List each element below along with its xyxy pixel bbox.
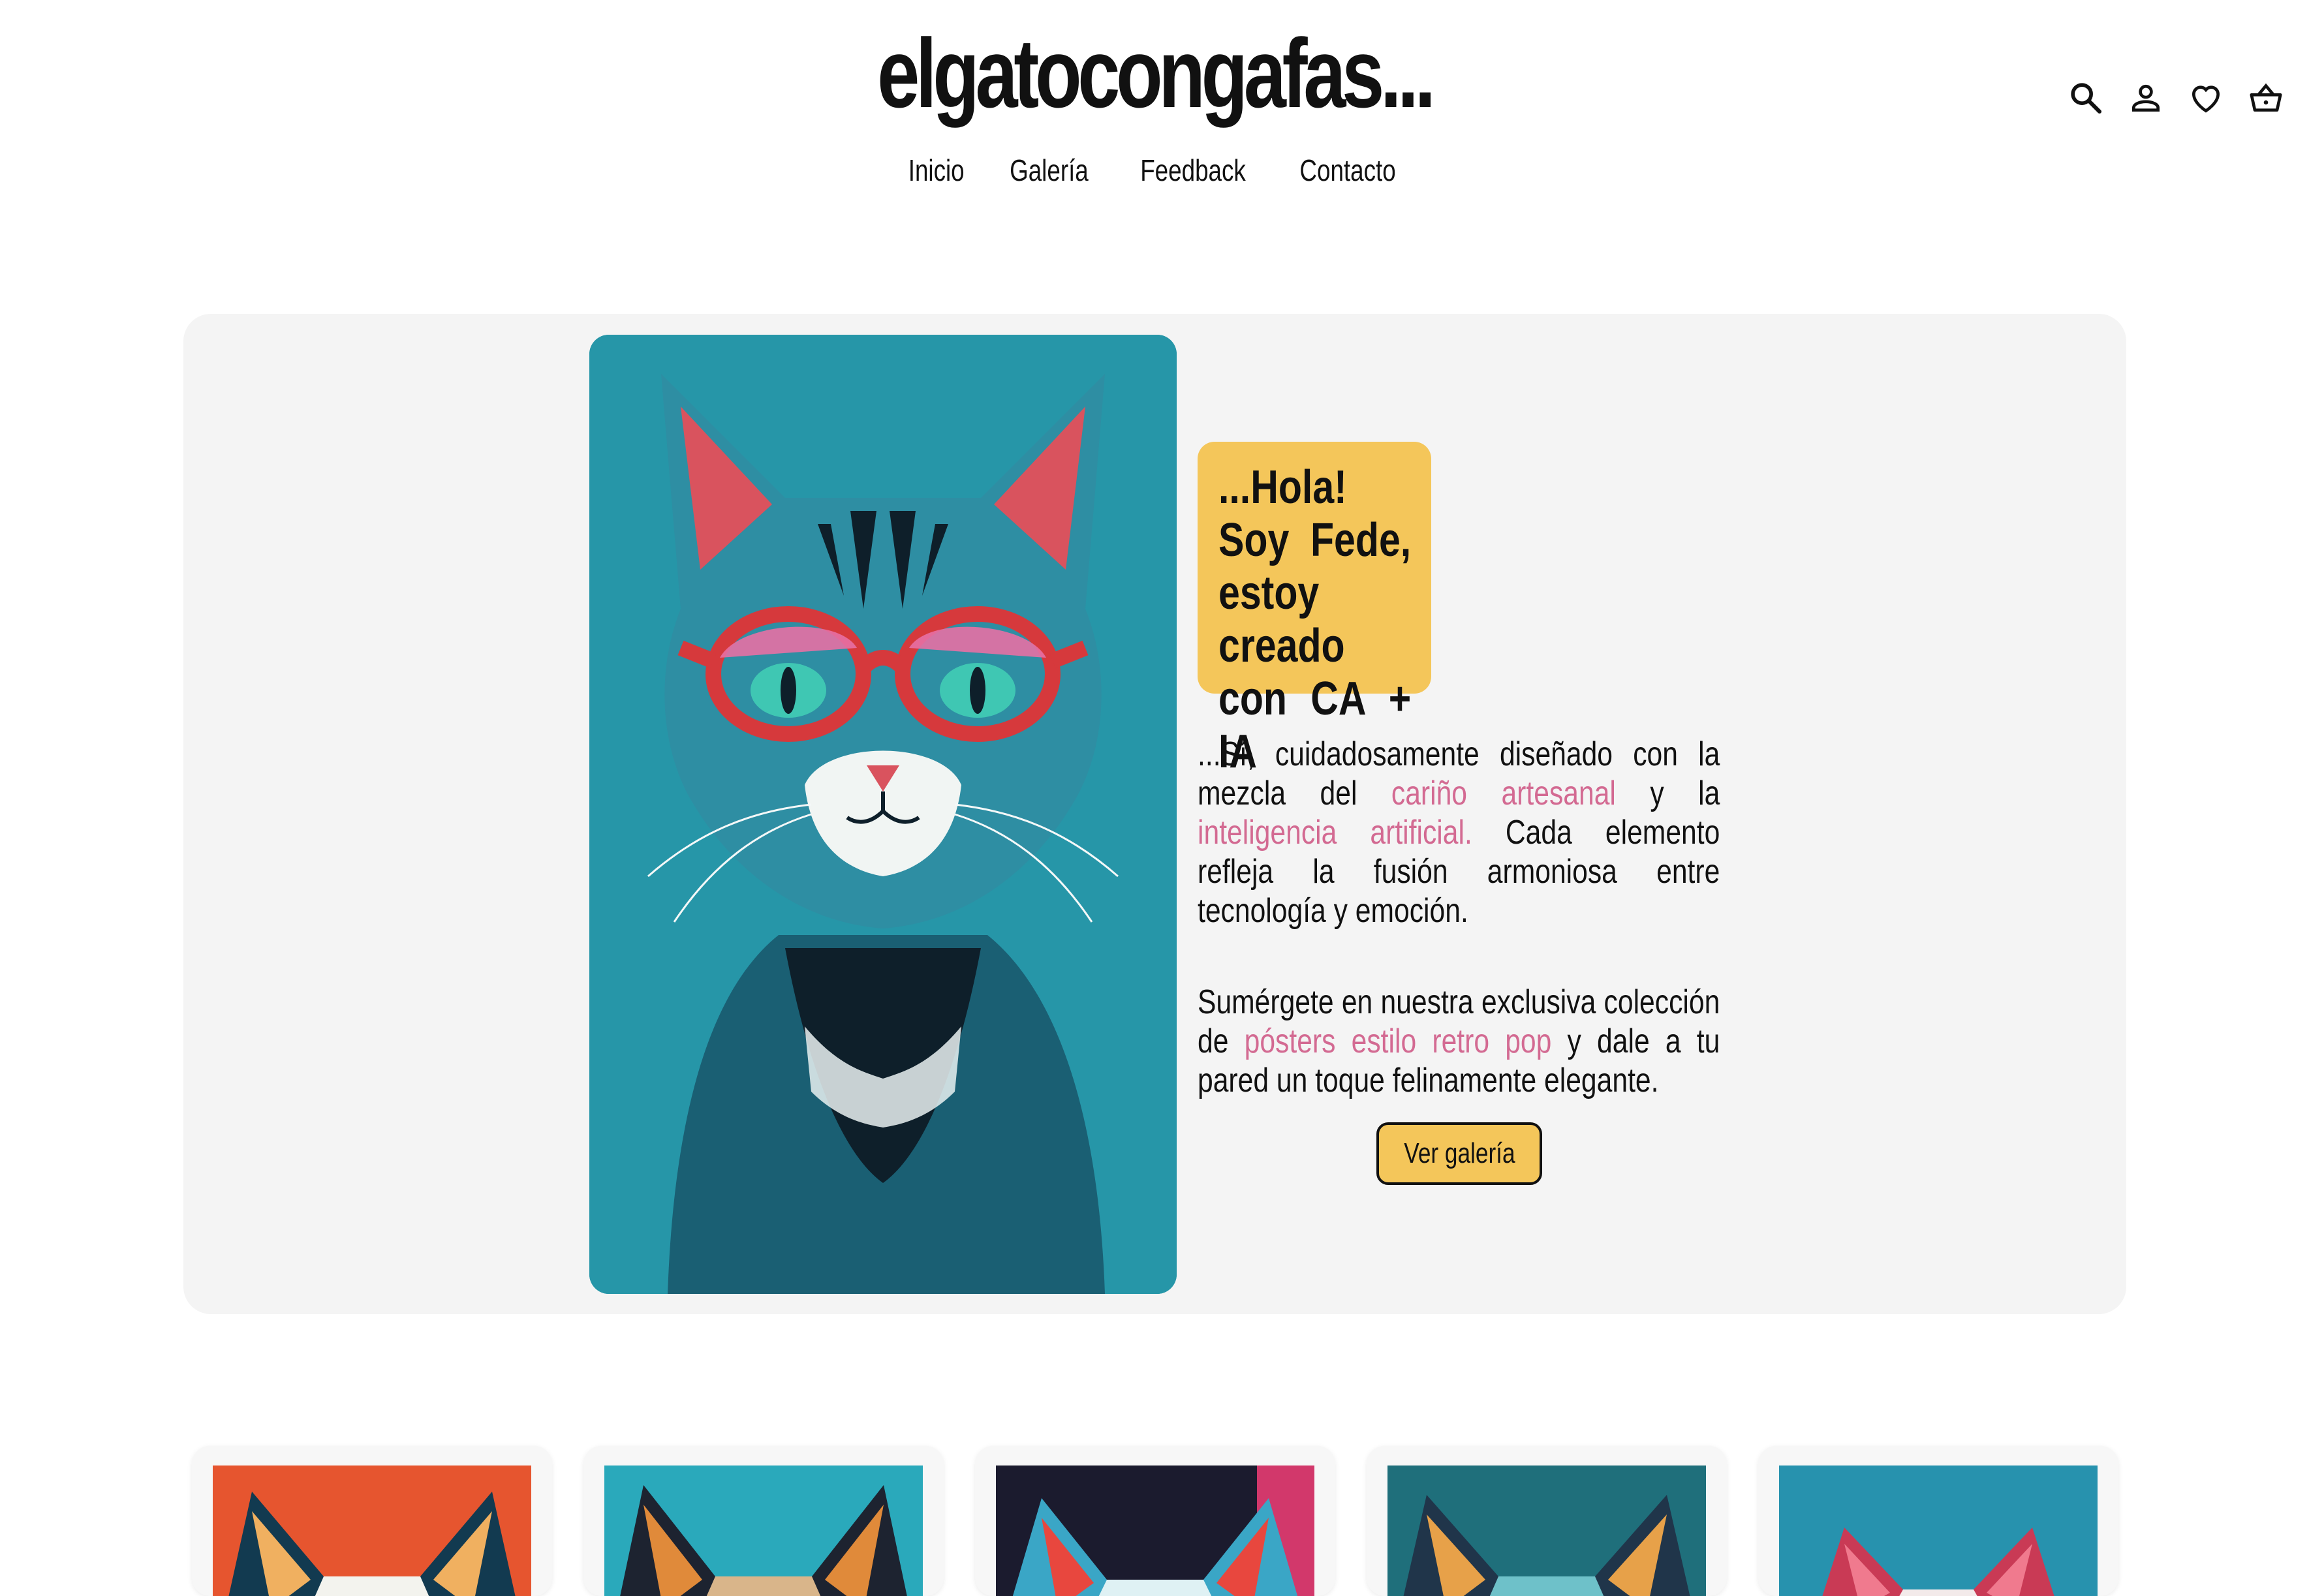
gallery-card-image: [1387, 1466, 1706, 1596]
hero-cat-poster: [589, 335, 1177, 1294]
wishlist-heart-icon[interactable]: [2188, 80, 2224, 116]
view-gallery-button-label: Ver galería: [1403, 1137, 1515, 1169]
highlight-carino-artesanal: cariño artesanal: [1391, 775, 1616, 812]
site-logo[interactable]: elgatocongafas...: [254, 14, 2055, 132]
gallery-card[interactable]: [192, 1446, 552, 1596]
nav-item-feedback[interactable]: Feedback: [1129, 149, 1258, 192]
account-icon[interactable]: [2128, 80, 2164, 116]
gallery-card-image: [1779, 1466, 2098, 1596]
gallery-card-image: [996, 1466, 1314, 1596]
hero-description: ...Sí, cuidadosamente diseñado con la me…: [1198, 735, 1720, 930]
speech-bubble-text: ...Hola! Soy Fede, estoy creado con CA +…: [1218, 461, 1412, 778]
gallery-card[interactable]: [1758, 1446, 2118, 1596]
highlight-inteligencia-artificial: inteligencia artificial.: [1198, 814, 1472, 852]
highlight-posters-retro-pop: pósters estilo retro pop: [1244, 1022, 1552, 1060]
gallery-card[interactable]: [1367, 1446, 1727, 1596]
gallery-card-image: [213, 1466, 531, 1596]
speech-bubble: ...Hola! Soy Fede, estoy creado con CA +…: [1198, 442, 1431, 778]
main-nav: Inicio Galería Feedback Contacto: [0, 149, 2309, 192]
gallery-card[interactable]: [975, 1446, 1335, 1596]
hero-collection-text: Sumérgete en nuestra exclusiva colección…: [1198, 983, 1720, 1100]
header-actions: [2068, 80, 2284, 116]
nav-item-inicio[interactable]: Inicio: [897, 149, 976, 192]
hero-description-text: y la: [1615, 775, 1720, 812]
search-icon[interactable]: [2068, 80, 2104, 116]
gallery-card[interactable]: [583, 1446, 944, 1596]
view-gallery-button[interactable]: Ver galería: [1376, 1122, 1542, 1185]
gallery-card-image: [604, 1466, 923, 1596]
nav-item-contacto[interactable]: Contacto: [1288, 149, 1408, 192]
shopping-basket-icon[interactable]: [2248, 80, 2284, 116]
nav-item-galeria[interactable]: Galería: [999, 149, 1100, 192]
